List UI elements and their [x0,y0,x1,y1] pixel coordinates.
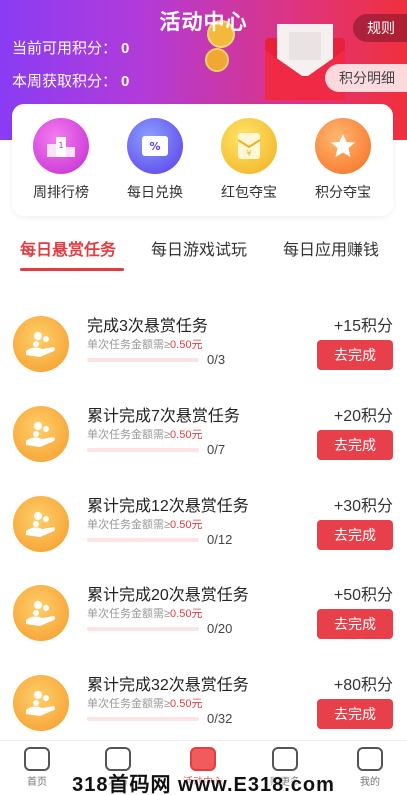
coin-hand-icon [13,406,69,462]
task-requirement-text: 单次任务金额需≥ [87,429,171,441]
available-points: 当前可用积分： 0 [12,37,129,58]
task-tabs: 每日悬赏任务 每日游戏试玩 每日应用赚钱 [0,236,407,272]
task-progress-bar [87,448,199,452]
task-title: 累计完成12次悬赏任务 [87,498,249,515]
go-complete-button[interactable]: 去完成 [317,340,393,370]
task-requirement-amount: 0.50元 [170,698,203,710]
task-progress-bar [87,538,199,542]
task-requirement: 单次任务金额需≥0.50元 [87,336,202,352]
task-requirement-text: 单次任务金额需≥ [87,519,171,531]
task-title: 累计完成7次悬赏任务 [87,408,240,425]
watermark: 318首码网 www.E318.com [72,774,335,795]
task-requirement-text: 单次任务金额需≥ [87,339,171,351]
task-requirement: 单次任务金额需≥0.50元 [87,605,202,621]
go-complete-button[interactable]: 去完成 [317,430,393,460]
task-progress-text: 0/20 [207,621,233,636]
shortcut-weekly-ranking[interactable]: 1 周排行榜 [16,118,106,202]
task-row: 累计完成12次悬赏任务 单次任务金额需≥0.50元 0/12 +30积分 去完成 [0,492,407,580]
task-progress-text: 0/3 [207,352,226,367]
task-progress-text: 0/7 [207,442,226,457]
weekly-points-label: 本周获取积分： [12,73,118,90]
tab-daily-game-trial[interactable]: 每日游戏试玩 [151,236,247,260]
task-progress-text: 0/12 [207,532,233,547]
task-reward: +15积分 [333,318,393,335]
svg-text:¥: ¥ [246,149,251,158]
rules-button[interactable]: 规则 [353,14,407,42]
task-requirement-amount: 0.50元 [170,519,203,531]
red-envelope-icon: ¥ [221,118,277,174]
coin-hand-icon [13,585,69,641]
task-requirement: 单次任务金额需≥0.50元 [87,426,202,442]
task-requirement-amount: 0.50元 [170,429,203,441]
shortcut-daily-exchange[interactable]: % 每日兑换 [110,118,200,202]
podium-icon: 1 [33,118,89,174]
task-progress-text: 0/32 [207,711,233,726]
shortcut-card: 1 周排行榜 % 每日兑换 ¥ 红包夺宝 积分夺宝 [12,104,393,216]
task-requirement-amount: 0.50元 [170,608,203,620]
active-tab-indicator [20,268,124,271]
shortcut-label: 每日兑换 [127,184,183,200]
shortcut-label: 周排行榜 [33,184,89,200]
svg-text:%: % [149,140,160,153]
task-requirement: 单次任务金额需≥0.50元 [87,695,202,711]
available-points-value: 0 [121,40,130,57]
task-requirement-text: 单次任务金额需≥ [87,608,171,620]
page-title: 活动中心 [159,11,248,34]
shortcut-label: 红包夺宝 [221,184,277,200]
task-requirement-text: 单次任务金额需≥ [87,698,171,710]
task-title: 完成3次悬赏任务 [87,318,208,335]
go-complete-button[interactable]: 去完成 [317,520,393,550]
task-title: 累计完成20次悬赏任务 [87,587,249,604]
coupon-icon: % [127,118,183,174]
coin-hand-icon [13,496,69,552]
coin-hand-icon [13,675,69,731]
task-progress-bar [87,358,199,362]
shortcut-red-envelope-treasure[interactable]: ¥ 红包夺宝 [204,118,294,202]
task-row: 累计完成7次悬赏任务 单次任务金额需≥0.50元 0/7 +20积分 去完成 [0,402,407,490]
go-complete-button[interactable]: 去完成 [317,699,393,729]
available-points-label: 当前可用积分： [12,40,118,57]
weekly-points: 本周获取积分： 0 [12,70,129,91]
task-progress-bar [87,627,199,631]
weekly-points-value: 0 [121,73,130,90]
shortcut-points-treasure[interactable]: 积分夺宝 [298,118,388,202]
svg-text:1: 1 [58,141,63,150]
star-icon [315,118,371,174]
task-requirement-amount: 0.50元 [170,339,203,351]
shortcut-label: 积分夺宝 [315,184,371,200]
tab-daily-bounty[interactable]: 每日悬赏任务 [20,236,116,260]
task-progress-bar [87,717,199,721]
task-row: 累计完成20次悬赏任务 单次任务金额需≥0.50元 0/20 +50积分 去完成 [0,581,407,669]
coin-decoration [205,48,229,72]
task-requirement: 单次任务金额需≥0.50元 [87,516,202,532]
task-reward: +30积分 [333,498,393,515]
task-reward: +80积分 [333,677,393,694]
go-complete-button[interactable]: 去完成 [317,609,393,639]
points-detail-button[interactable]: 积分明细 [325,64,407,92]
task-reward: +20积分 [333,408,393,425]
task-title: 累计完成32次悬赏任务 [87,677,249,694]
tab-daily-app-earn[interactable]: 每日应用赚钱 [283,236,379,260]
task-reward: +50积分 [333,587,393,604]
task-row: 完成3次悬赏任务 单次任务金额需≥0.50元 0/3 +15积分 去完成 [0,312,407,400]
coin-hand-icon [13,316,69,372]
